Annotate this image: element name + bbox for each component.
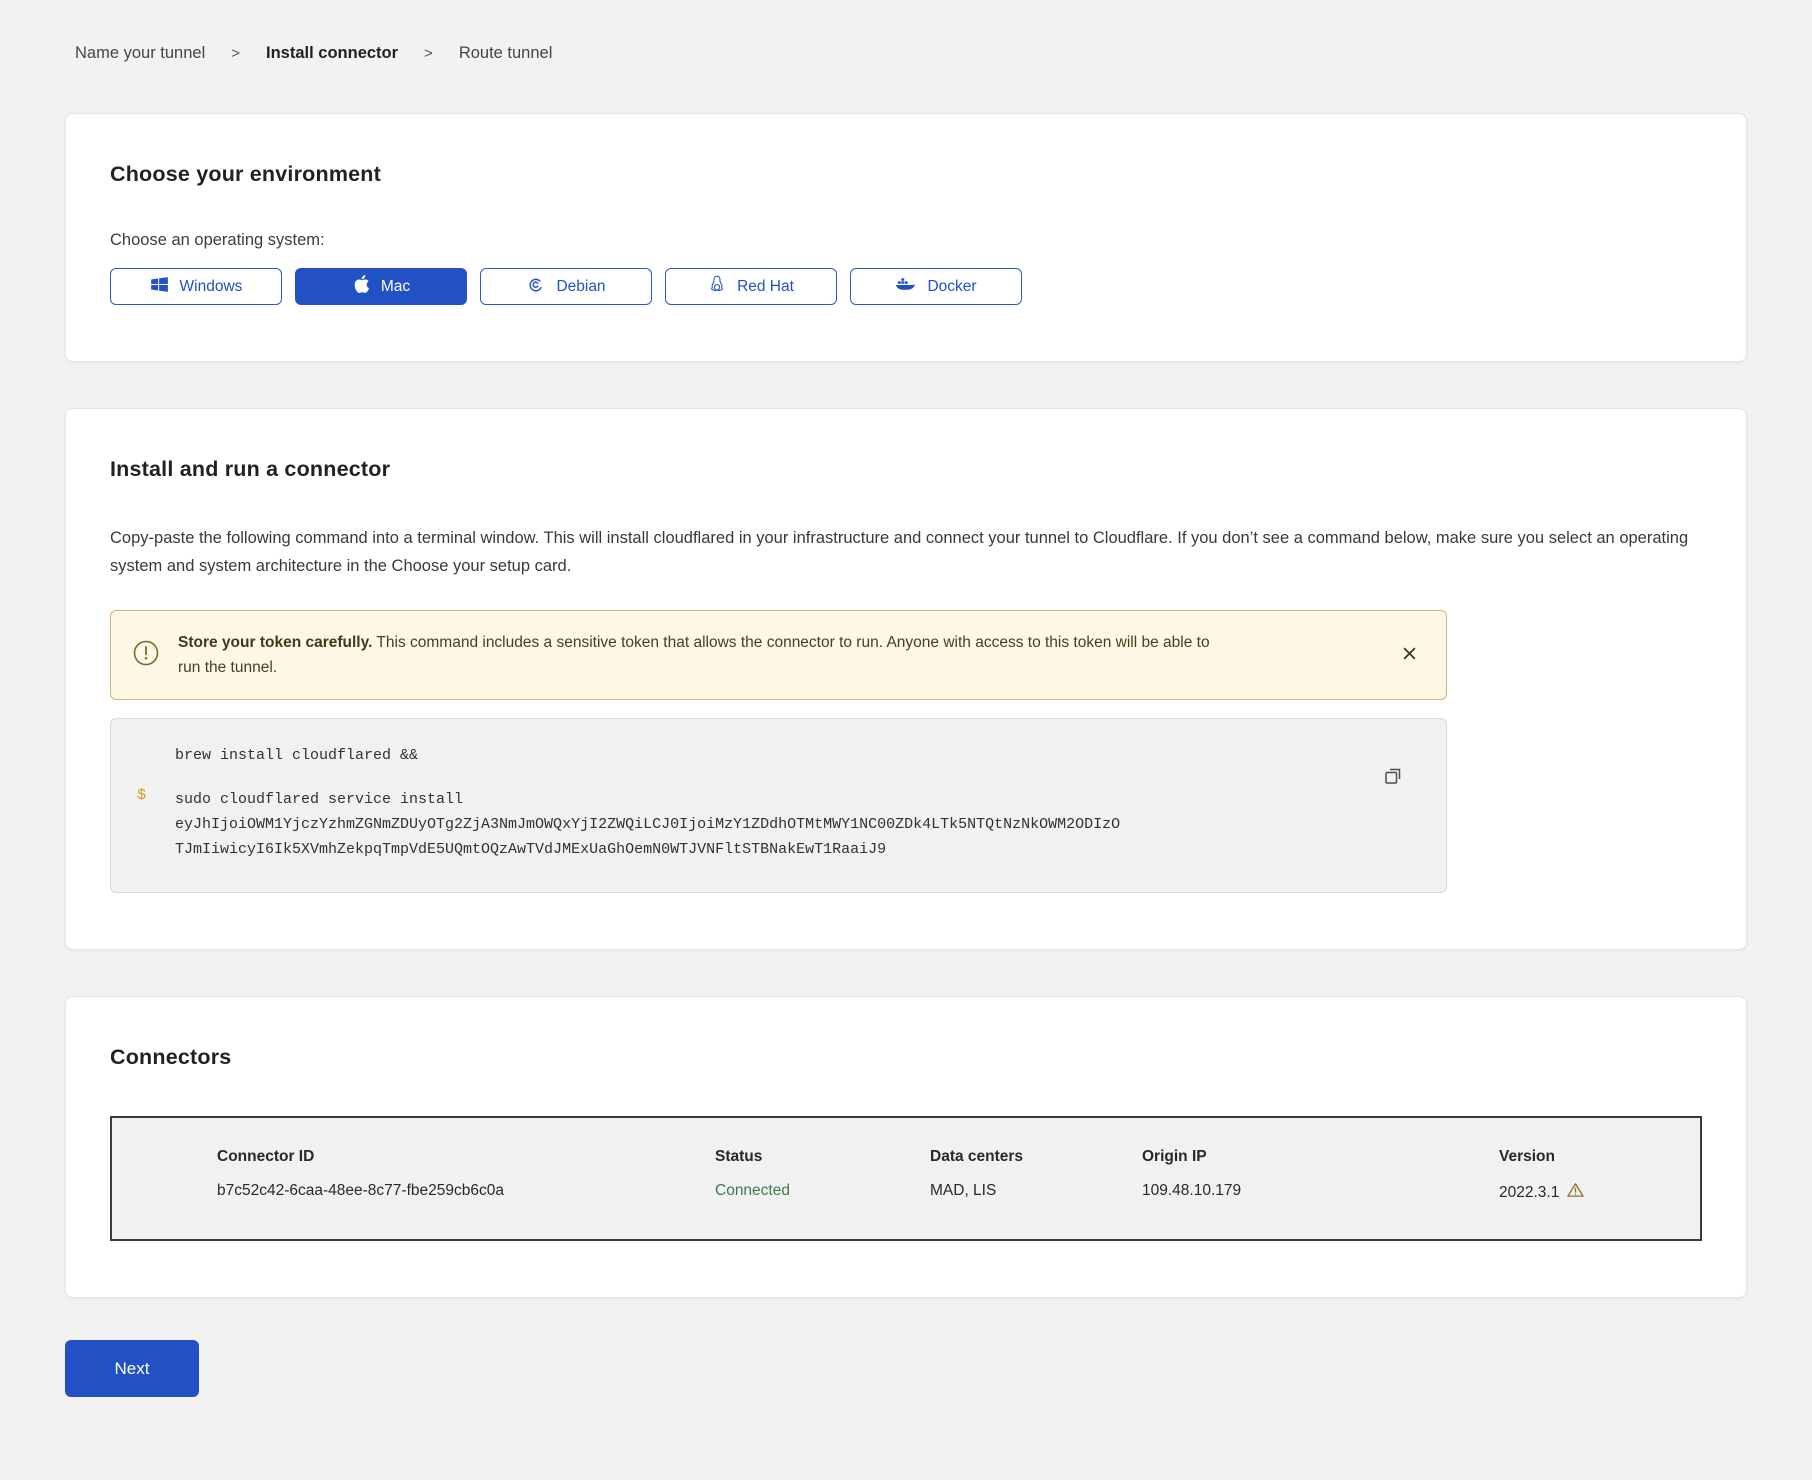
token-line-1: eyJhIjoiOWM1YjczYzhmZGNmZDUyOTg2ZjA3NmJm… — [175, 812, 1120, 837]
docker-whale-icon — [895, 275, 916, 298]
apple-logo-icon — [352, 274, 370, 299]
os-button-label: Windows — [180, 278, 243, 296]
os-button-mac[interactable]: Mac — [295, 268, 467, 305]
os-button-label: Debian — [556, 278, 605, 296]
os-button-windows[interactable]: Windows — [110, 268, 282, 305]
token-warning-banner: Store your token carefully. This command… — [110, 610, 1447, 700]
connector-origin-ip-value: 109.48.10.179 — [1142, 1182, 1499, 1203]
token-warning-text: Store your token carefully. This command… — [178, 630, 1213, 680]
connectors-card: Connectors Connector ID Status Data cent… — [65, 996, 1747, 1298]
header-version: Version — [1499, 1148, 1700, 1166]
choose-environment-card: Choose your environment Choose an operat… — [65, 113, 1747, 362]
os-button-docker[interactable]: Docker — [850, 268, 1022, 305]
token-warning-title: Store your token carefully. — [178, 634, 372, 651]
alert-circle-icon — [133, 640, 159, 674]
debian-logo-icon — [526, 275, 545, 299]
os-button-redhat[interactable]: Red Hat — [665, 268, 837, 305]
connector-table-row: b7c52c42-6caa-48ee-8c77-fbe259cb6c0a Con… — [112, 1166, 1700, 1239]
os-button-label: Mac — [381, 278, 410, 296]
windows-logo-icon — [150, 275, 169, 299]
connector-data-centers-value: MAD, LIS — [930, 1182, 1142, 1203]
connectors-card-title: Connectors — [110, 1045, 1702, 1070]
os-select-label: Choose an operating system: — [110, 231, 1702, 250]
copy-command-button[interactable] — [1380, 763, 1406, 792]
code-line-service-install: $ sudo cloudflared service install eyJhI… — [137, 787, 1376, 862]
header-status: Status — [715, 1148, 930, 1166]
connectors-table-header: Connector ID Status Data centers Origin … — [112, 1118, 1700, 1166]
os-button-group: Windows Mac Debian — [110, 268, 1702, 305]
connectors-table: Connector ID Status Data centers Origin … — [110, 1116, 1702, 1241]
environment-card-title: Choose your environment — [110, 162, 1702, 187]
code-line-brew: brew install cloudflared && — [137, 743, 1376, 768]
breadcrumb-route-tunnel[interactable]: Route tunnel — [459, 44, 553, 63]
install-command-code-block[interactable]: brew install cloudflared && $ sudo cloud… — [110, 718, 1447, 893]
prompt-spacer — [137, 743, 175, 768]
header-origin-ip: Origin IP — [1142, 1148, 1499, 1166]
breadcrumb: Name your tunnel > Install connector > R… — [75, 44, 1747, 63]
token-line-2: TJmIiwicyI6Ik5XVmhZekpqTmpVdE5UQmtOQzAwT… — [175, 837, 1120, 862]
install-command-with-token: sudo cloudflared service install eyJhIjo… — [175, 787, 1120, 862]
version-warning-triangle-icon — [1567, 1182, 1584, 1203]
connector-status-value: Connected — [715, 1182, 930, 1203]
shell-prompt: $ — [137, 787, 175, 862]
tunnel-setup-page: Name your tunnel > Install connector > R… — [0, 0, 1812, 1425]
close-icon — [1403, 648, 1416, 663]
tux-penguin-icon — [708, 274, 726, 300]
header-data-centers: Data centers — [930, 1148, 1142, 1166]
install-connector-card: Install and run a connector Copy-paste t… — [65, 408, 1747, 950]
next-button[interactable]: Next — [65, 1340, 199, 1397]
breadcrumb-separator: > — [424, 45, 433, 62]
breadcrumb-name-your-tunnel[interactable]: Name your tunnel — [75, 44, 205, 63]
connector-version-value: 2022.3.1 — [1499, 1184, 1559, 1202]
install-card-description: Copy-paste the following command into a … — [110, 524, 1702, 580]
warning-close-button[interactable] — [1397, 641, 1422, 669]
header-connector-id: Connector ID — [217, 1148, 715, 1166]
copy-icon — [1382, 775, 1404, 790]
os-button-debian[interactable]: Debian — [480, 268, 652, 305]
breadcrumb-install-connector[interactable]: Install connector — [266, 44, 398, 63]
connector-id-value: b7c52c42-6caa-48ee-8c77-fbe259cb6c0a — [217, 1182, 715, 1203]
os-button-label: Red Hat — [737, 278, 794, 296]
os-button-label: Docker — [927, 278, 976, 296]
install-card-title: Install and run a connector — [110, 457, 1702, 482]
brew-command: brew install cloudflared && — [175, 743, 418, 768]
sudo-command: sudo cloudflared service install — [175, 787, 1120, 812]
breadcrumb-separator: > — [231, 45, 240, 62]
